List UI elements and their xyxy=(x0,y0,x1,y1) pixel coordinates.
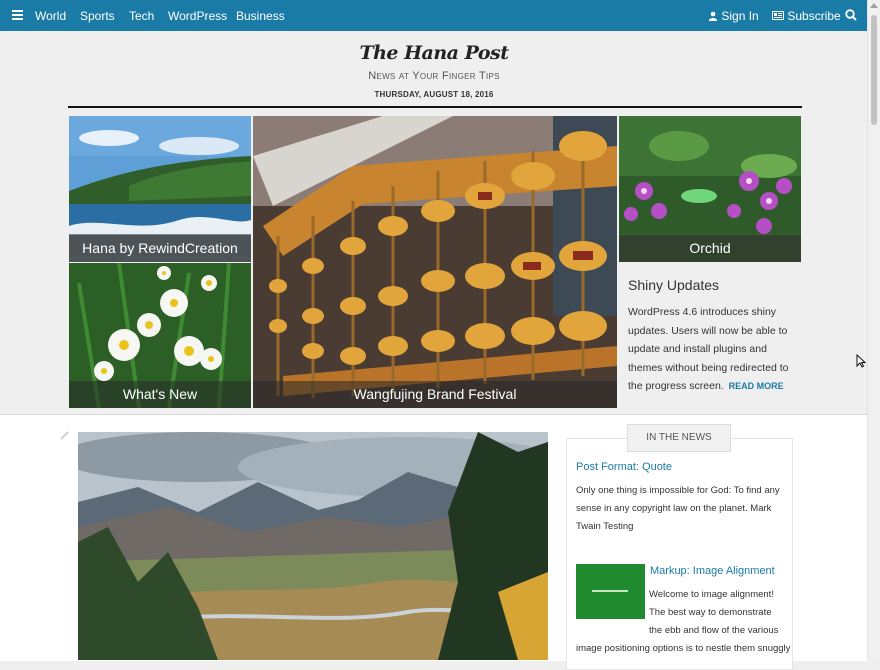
shiny-updates-excerpt: WordPress 4.6 introduces shiny updates. … xyxy=(628,303,793,396)
page-scrollbar[interactable] xyxy=(867,0,880,660)
site-tagline: News at Your Finger Tips xyxy=(368,70,500,82)
read-more-link[interactable]: READ MORE xyxy=(729,381,784,391)
newspaper-icon xyxy=(772,11,784,20)
featured-tile-whats-new[interactable]: What's New xyxy=(69,263,251,408)
top-nav-bar: World Sports Tech WordPress Business Sig… xyxy=(0,0,868,31)
mountain-landscape-image xyxy=(78,432,548,660)
featured-caption-whats-new: What's New xyxy=(69,381,251,408)
in-the-news-tab: IN THE NEWS xyxy=(627,424,731,452)
featured-caption-hana: Hana by RewindCreation xyxy=(69,235,251,262)
news-post-quote-excerpt: Only one thing is impossible for God: To… xyxy=(576,485,780,532)
nav-item-world[interactable]: World xyxy=(35,9,66,23)
nav-item-tech[interactable]: Tech xyxy=(129,9,154,23)
search-icon[interactable] xyxy=(845,9,857,21)
post-featured-image[interactable] xyxy=(78,432,548,660)
scrollbar-thumb[interactable] xyxy=(871,15,877,125)
user-icon xyxy=(708,11,718,21)
shiny-updates-text: WordPress 4.6 introduces shiny updates. … xyxy=(628,306,789,392)
pencil-icon xyxy=(60,431,69,440)
scroll-up-arrow-icon[interactable] xyxy=(870,3,878,8)
date-line: THURSDAY, AUGUST 18, 2016 xyxy=(374,90,494,99)
masthead-divider xyxy=(68,106,802,108)
sign-in-link[interactable]: Sign In xyxy=(708,9,759,23)
featured-tile-orchid[interactable]: Orchid xyxy=(619,116,801,262)
site-title[interactable]: The Hana Post xyxy=(0,42,868,64)
news-post-image-alignment-link[interactable]: Markup: Image Alignment xyxy=(650,565,775,577)
menu-icon[interactable] xyxy=(12,10,23,21)
abacus-image xyxy=(253,116,617,408)
featured-tile-wangfujing[interactable]: Wangfujing Brand Festival xyxy=(253,116,617,408)
subscribe-link[interactable]: Subscribe xyxy=(772,9,841,23)
nav-item-sports[interactable]: Sports xyxy=(80,9,115,23)
shiny-updates-title[interactable]: Shiny Updates xyxy=(628,277,719,293)
news-post-image-alignment-excerpt: Welcome to image alignment! The best way… xyxy=(649,589,779,636)
featured-caption-orchid: Orchid xyxy=(619,235,801,262)
featured-caption-wangfujing: Wangfujing Brand Festival xyxy=(253,381,617,408)
nav-item-wordpress[interactable]: WordPress xyxy=(168,9,227,23)
mouse-cursor-icon xyxy=(856,354,866,368)
news-post-quote-link[interactable]: Post Format: Quote xyxy=(576,461,672,473)
featured-tile-hana[interactable]: Hana by RewindCreation xyxy=(69,116,251,262)
nav-item-business[interactable]: Business xyxy=(236,9,285,23)
subscribe-label: Subscribe xyxy=(787,9,841,23)
news-post-thumbnail[interactable] xyxy=(576,564,645,619)
news-post-image-alignment-excerpt-cont: image positioning options is to nestle t… xyxy=(576,643,791,654)
thumbnail-image xyxy=(592,590,628,592)
sign-in-label: Sign In xyxy=(721,9,759,23)
